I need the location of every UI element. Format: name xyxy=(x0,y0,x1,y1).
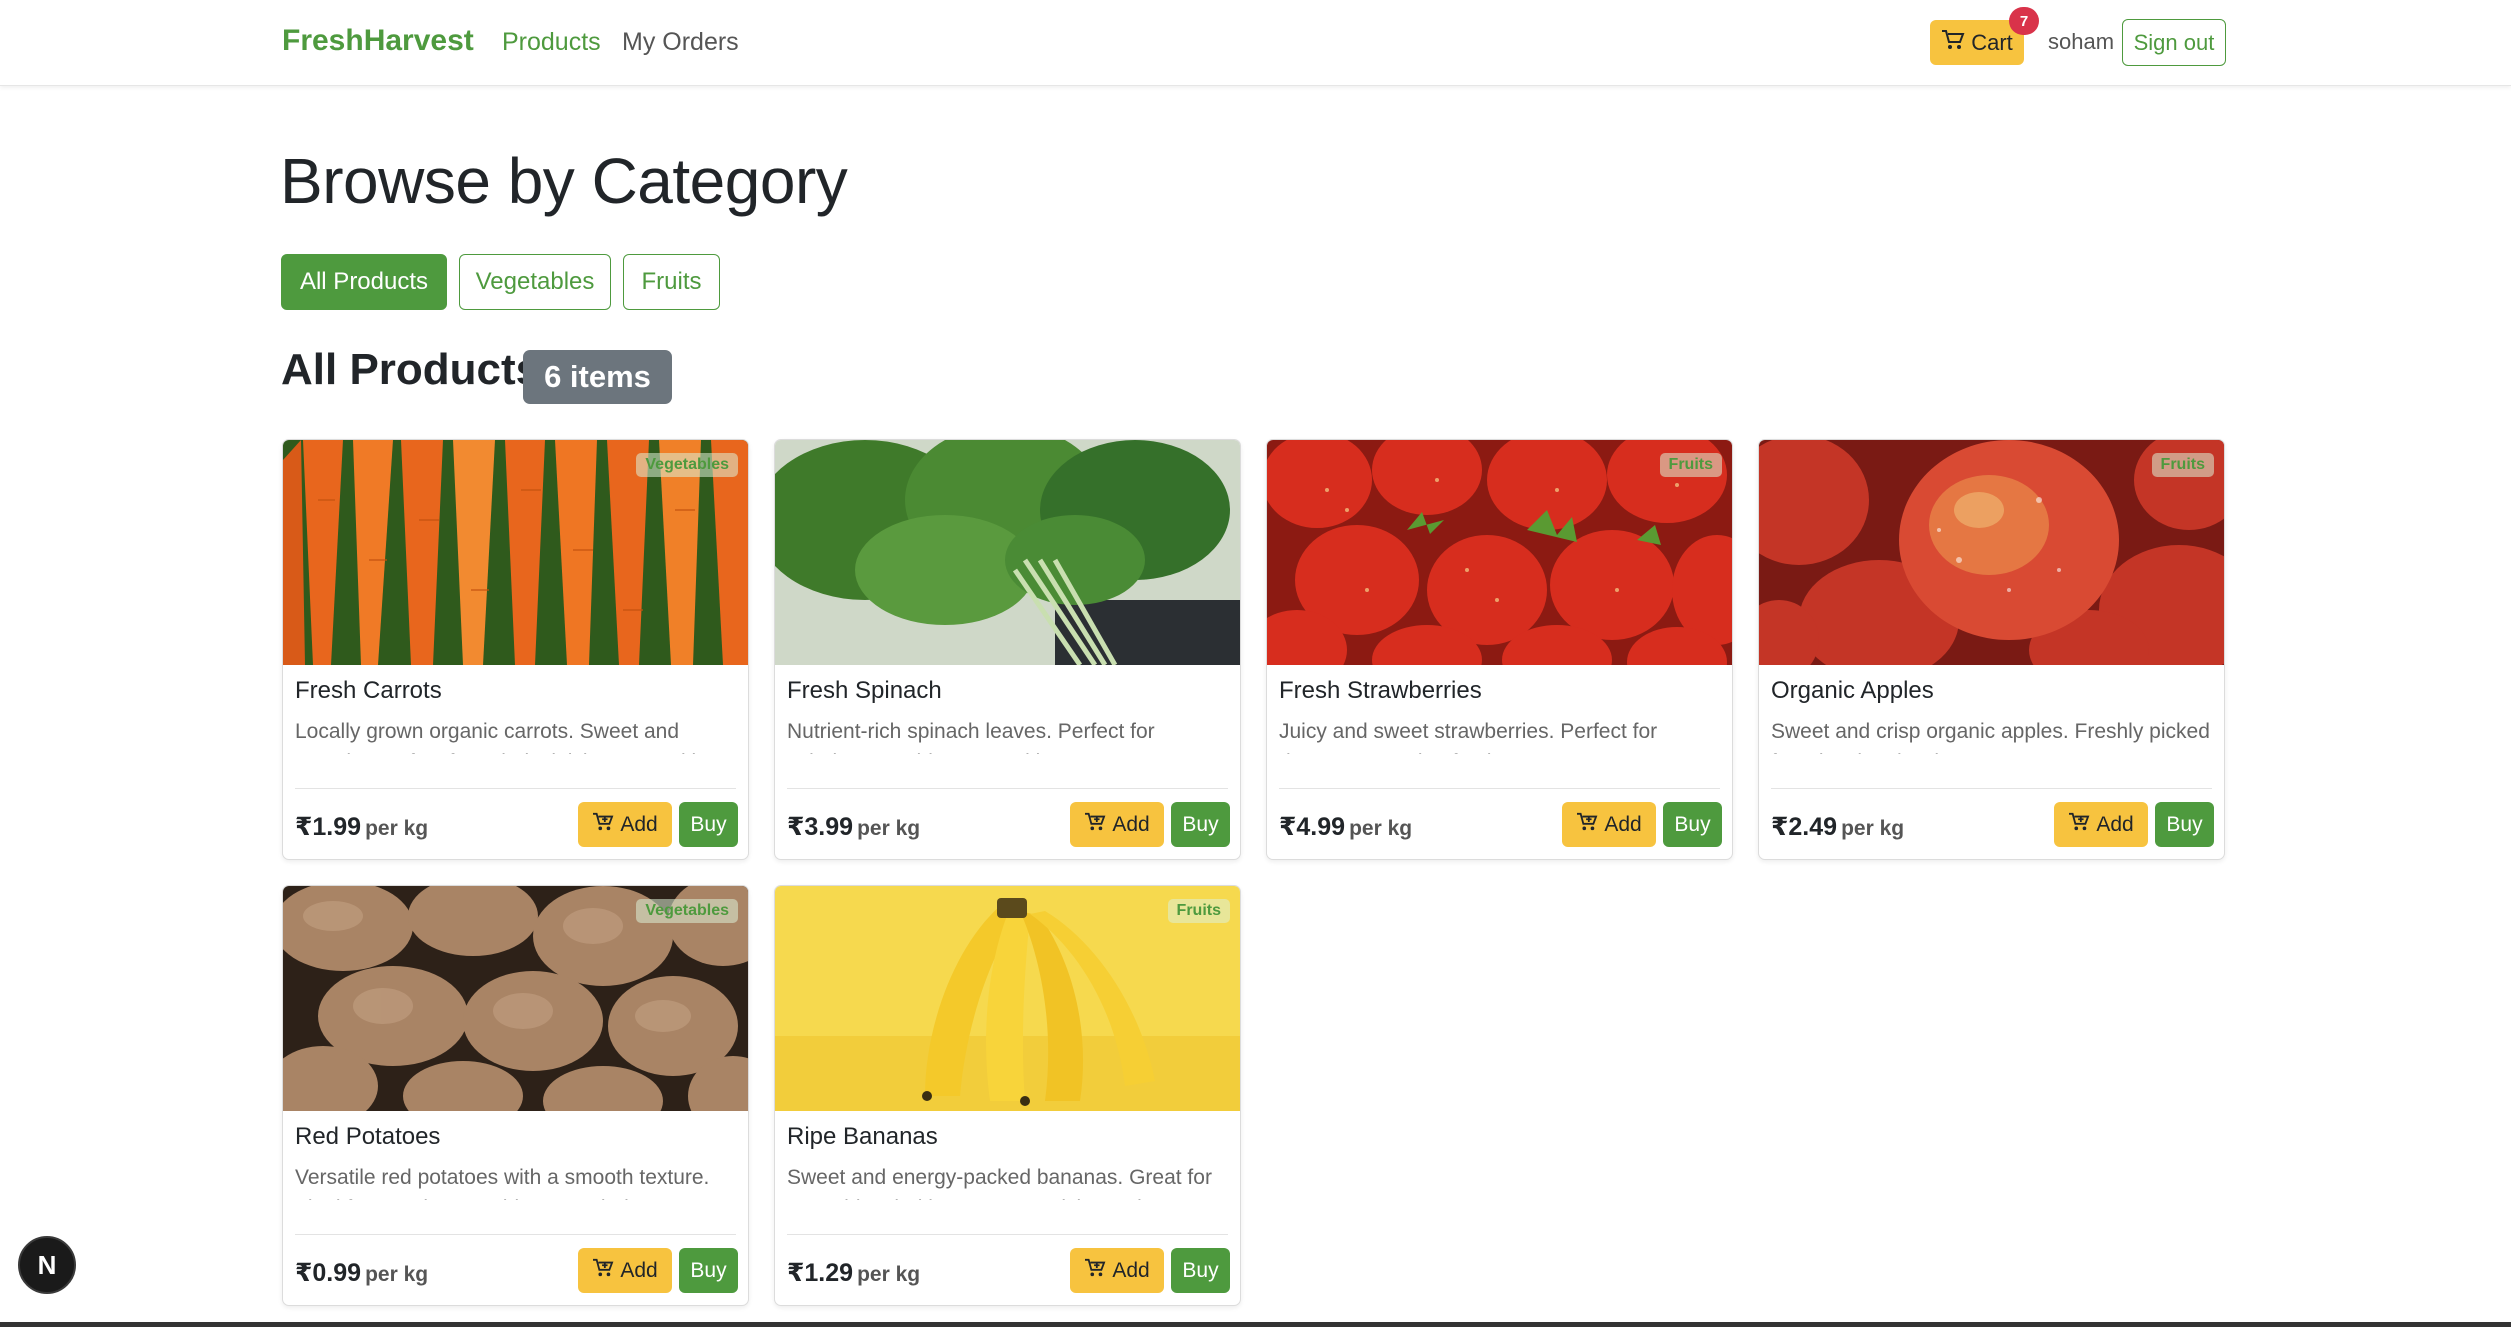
category-badge: Fruits xyxy=(2151,453,2214,477)
product-name: Organic Apples xyxy=(1771,677,1934,704)
cart-plus-icon xyxy=(1084,812,1106,838)
category-badge: Fruits xyxy=(1167,899,1230,923)
add-to-cart-button[interactable]: Add xyxy=(1070,802,1164,847)
product-price: ₹1.99 per kg xyxy=(295,813,429,841)
add-to-cart-button[interactable]: Add xyxy=(1070,1248,1164,1293)
card-divider xyxy=(295,1234,736,1235)
add-to-cart-button[interactable]: Add xyxy=(578,1248,672,1293)
buy-button[interactable]: Buy xyxy=(1171,802,1230,847)
item-count-badge: 6 items xyxy=(523,350,672,404)
add-label: Add xyxy=(1112,1258,1150,1282)
card-divider xyxy=(295,788,736,789)
filter-fruits[interactable]: Fruits xyxy=(623,254,720,310)
dev-tools-badge[interactable]: N xyxy=(18,1236,76,1294)
add-to-cart-button[interactable]: Add xyxy=(2054,802,2148,847)
cart-count-badge: 7 xyxy=(2009,7,2039,35)
product-description: Nutrient-rich spinach leaves. Perfect fo… xyxy=(787,720,1155,754)
product-name: Fresh Carrots xyxy=(295,677,442,704)
filter-vegetables[interactable]: Vegetables xyxy=(459,254,611,310)
add-label: Add xyxy=(620,1258,658,1282)
product-image-carrots: Vegetables xyxy=(283,440,748,665)
product-name: Fresh Spinach xyxy=(787,677,942,704)
brand-logo[interactable]: FreshHarvest xyxy=(282,24,474,58)
add-label: Add xyxy=(620,812,658,836)
add-label: Add xyxy=(1112,812,1150,836)
product-name: Ripe Bananas xyxy=(787,1123,938,1150)
product-card: Vegetables Red Potatoes Versatile red po… xyxy=(282,885,749,1306)
product-image-strawberries: Fruits xyxy=(1267,440,1732,665)
product-name: Red Potatoes xyxy=(295,1123,441,1150)
product-image-potatoes: Vegetables xyxy=(283,886,748,1111)
buy-button[interactable]: Buy xyxy=(2155,802,2214,847)
cart-plus-icon xyxy=(592,1258,614,1284)
nav-link-my-orders[interactable]: My Orders xyxy=(622,28,739,57)
price-unit: per kg xyxy=(1349,817,1413,840)
buy-button[interactable]: Buy xyxy=(1171,1248,1230,1293)
product-description: Juicy and sweet strawberries. Perfect fo… xyxy=(1279,720,1658,754)
category-badge: Vegetables xyxy=(636,899,738,923)
category-badge: Vegetables xyxy=(636,453,738,477)
buy-button[interactable]: Buy xyxy=(1663,802,1722,847)
product-image-apples: Fruits xyxy=(1759,440,2224,665)
product-price: ₹3.99 per kg xyxy=(787,813,921,841)
product-card: Fresh Spinach Nutrient-rich spinach leav… xyxy=(774,439,1241,860)
price-unit: per kg xyxy=(857,1263,921,1286)
product-description: Sweet and energy-packed bananas. Great f… xyxy=(787,1166,1212,1200)
page-title: Browse by Category xyxy=(280,145,848,217)
add-label: Add xyxy=(1604,812,1642,836)
product-card: Fruits Organic Apples Sweet and crisp or… xyxy=(1758,439,2225,860)
card-divider xyxy=(787,788,1228,789)
product-description: Versatile red potatoes with a smooth tex… xyxy=(295,1166,710,1200)
product-description: Sweet and crisp organic apples. Freshly … xyxy=(1771,720,2210,754)
product-image-spinach xyxy=(775,440,1240,665)
filter-all-products[interactable]: All Products xyxy=(281,254,447,310)
product-price: ₹2.49 per kg xyxy=(1771,813,1905,841)
product-image-bananas: Fruits xyxy=(775,886,1240,1111)
price-unit: per kg xyxy=(1841,817,1905,840)
card-divider xyxy=(787,1234,1228,1235)
category-badge: Fruits xyxy=(1659,453,1722,477)
card-divider xyxy=(1279,788,1720,789)
cart-icon xyxy=(1941,29,1965,57)
add-to-cart-button[interactable]: Add xyxy=(578,802,672,847)
buy-button[interactable]: Buy xyxy=(679,1248,738,1293)
bottom-border xyxy=(0,1322,2511,1327)
product-card: Fruits Ripe Bananas Sweet and energy-pac… xyxy=(774,885,1241,1306)
price-unit: per kg xyxy=(857,817,921,840)
product-price: ₹1.29 per kg xyxy=(787,1259,921,1287)
navbar: FreshHarvest Products My Orders Cart 7 s… xyxy=(0,0,2511,86)
username: soham xyxy=(2048,29,2115,54)
card-divider xyxy=(1771,788,2212,789)
buy-button[interactable]: Buy xyxy=(679,802,738,847)
price-unit: per kg xyxy=(365,817,429,840)
product-price: ₹4.99 per kg xyxy=(1279,813,1413,841)
price-unit: per kg xyxy=(365,1263,429,1286)
add-to-cart-button[interactable]: Add xyxy=(1562,802,1656,847)
section-title: All Products xyxy=(281,345,541,394)
product-card: Fruits Fresh Strawberries Juicy and swee… xyxy=(1266,439,1733,860)
cart-label: Cart xyxy=(1971,29,2013,55)
sign-out-button[interactable]: Sign out xyxy=(2122,19,2226,66)
cart-plus-icon xyxy=(1576,812,1598,838)
cart-plus-icon xyxy=(2068,812,2090,838)
product-description: Locally grown organic carrots. Sweet and… xyxy=(295,720,725,754)
product-name: Fresh Strawberries xyxy=(1279,677,1482,704)
cart-plus-icon xyxy=(1084,1258,1106,1284)
add-label: Add xyxy=(2096,812,2134,836)
nav-link-products[interactable]: Products xyxy=(502,28,601,57)
product-card: Vegetables Fresh Carrots Locally grown o… xyxy=(282,439,749,860)
product-price: ₹0.99 per kg xyxy=(295,1259,429,1287)
cart-plus-icon xyxy=(592,812,614,838)
